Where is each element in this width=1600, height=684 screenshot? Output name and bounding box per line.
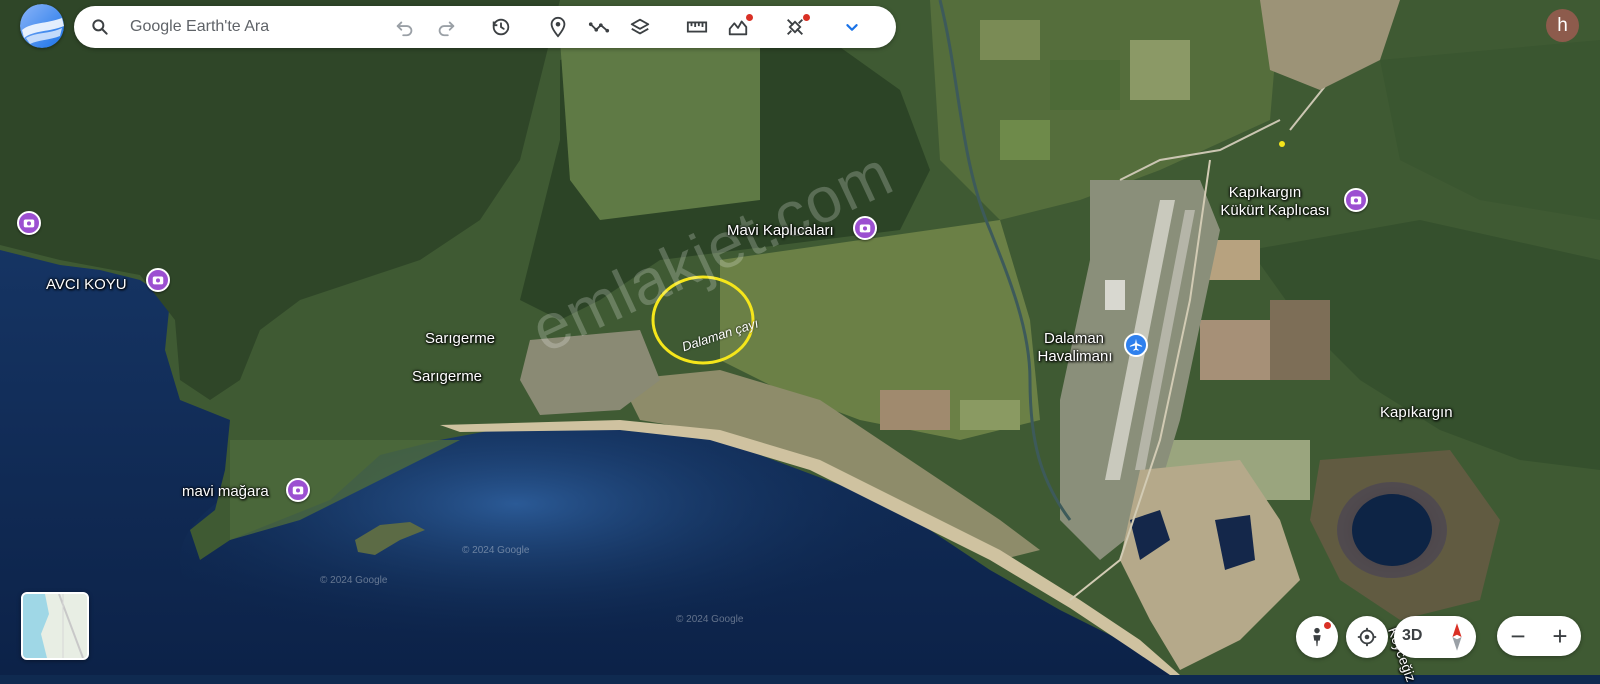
layers-icon xyxy=(630,18,650,35)
zoom-out-button[interactable]: − xyxy=(1497,616,1539,656)
place-label-sarigerme[interactable]: Sarıgerme xyxy=(425,330,495,347)
satellite-map[interactable] xyxy=(0,0,1600,675)
poi-marker-mavi-kaplicalari[interactable] xyxy=(853,216,877,240)
tools-button[interactable] xyxy=(779,11,811,43)
path-icon xyxy=(588,22,610,33)
place-label-dalaman[interactable]: Dalaman xyxy=(1034,330,1114,347)
my-location-button[interactable] xyxy=(1346,616,1388,658)
history-icon xyxy=(492,18,510,36)
search-box[interactable] xyxy=(74,6,382,48)
place-label-kapikargin[interactable]: Kapıkargın xyxy=(1380,404,1453,421)
place-label-sarigerme[interactable]: Sarıgerme xyxy=(412,368,482,385)
poi-marker-kukurt-kaplicasi[interactable] xyxy=(1344,188,1368,212)
add-placemark-button[interactable] xyxy=(542,11,574,43)
airport-marker[interactable] xyxy=(1124,333,1148,357)
place-label-avci-koyu[interactable]: AVCI KOYU xyxy=(46,276,127,293)
map-credit: © 2024 Google xyxy=(462,545,530,556)
camera-icon xyxy=(292,486,304,495)
user-avatar[interactable]: h xyxy=(1546,9,1579,42)
zoom-in-button[interactable]: + xyxy=(1539,616,1581,656)
compass-icon xyxy=(1452,623,1462,651)
poi-marker-mavi-magara[interactable] xyxy=(286,478,310,502)
camera-icon xyxy=(23,219,35,228)
search-input[interactable] xyxy=(130,15,370,39)
undo-icon xyxy=(396,21,413,37)
poi-marker-avci-koyu[interactable] xyxy=(146,268,170,292)
camera-icon xyxy=(152,276,164,285)
undo-button[interactable] xyxy=(389,11,421,43)
camera-icon xyxy=(1350,196,1362,205)
place-label-havalimani[interactable]: Havalimanı xyxy=(1025,348,1125,365)
notification-dot xyxy=(746,14,753,21)
map-credit: © 2024 Google xyxy=(320,575,388,586)
toggle-3d-button[interactable]: 3D xyxy=(1402,627,1422,645)
airplane-icon xyxy=(1129,338,1143,351)
ruler-icon xyxy=(686,21,708,33)
camera-icon xyxy=(859,224,871,233)
zoom-controls: − + xyxy=(1497,616,1581,656)
pegman-icon xyxy=(1313,627,1321,647)
draw-path-button[interactable] xyxy=(583,11,615,43)
place-label-kukurt-kaplicasi[interactable]: Kükürt Kaplıcası xyxy=(1205,202,1345,219)
layers-button[interactable] xyxy=(624,11,656,43)
map-style-thumbnail[interactable] xyxy=(21,592,89,660)
top-toolbar xyxy=(74,6,896,48)
more-tools-button[interactable] xyxy=(836,11,868,43)
street-view-button[interactable] xyxy=(1296,616,1338,658)
place-label-kapikargin-kukurt[interactable]: Kapıkargın xyxy=(1205,184,1325,201)
view-controls-group: 3D xyxy=(1394,616,1476,658)
history-button[interactable] xyxy=(485,11,517,43)
poi-marker[interactable] xyxy=(17,211,41,235)
place-label-mavi-magara[interactable]: mavi mağara xyxy=(182,483,269,500)
notification-dot xyxy=(1324,622,1331,629)
search-icon[interactable] xyxy=(90,17,110,37)
pin-icon xyxy=(550,16,566,38)
map-credit: © 2024 Google xyxy=(676,614,744,625)
redo-button[interactable] xyxy=(430,11,462,43)
elevation-button[interactable] xyxy=(722,11,754,43)
compass-button[interactable] xyxy=(1442,621,1472,653)
notification-dot xyxy=(803,14,810,21)
measure-button[interactable] xyxy=(681,11,713,43)
chevron-down-icon xyxy=(846,24,858,31)
place-label-mavi-kaplicalari[interactable]: Mavi Kaplıcaları xyxy=(727,222,834,239)
google-earth-logo[interactable] xyxy=(20,4,64,48)
crosshair-icon xyxy=(1357,627,1377,647)
redo-icon xyxy=(438,21,455,37)
